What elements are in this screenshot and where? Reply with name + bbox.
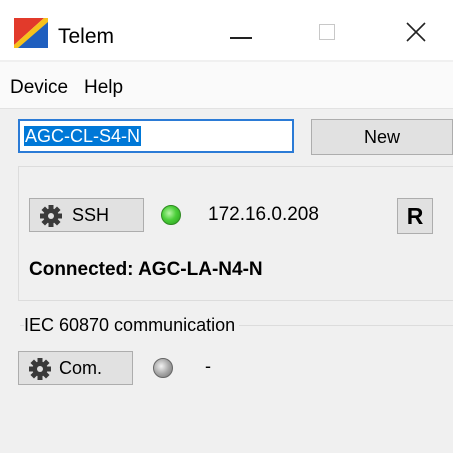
minimize-icon[interactable]	[218, 14, 264, 50]
telem-app-icon	[14, 18, 48, 48]
com-status-text: -	[205, 356, 211, 376]
window-title: Telem	[58, 25, 115, 48]
new-button[interactable]: New	[311, 119, 453, 155]
connection-status-indicator	[161, 205, 181, 225]
maximize-icon[interactable]	[305, 14, 351, 50]
device-name-input[interactable]: AGC-CL-S4-N	[18, 119, 294, 153]
close-icon[interactable]	[392, 14, 438, 50]
ip-address: 172.16.0.208	[208, 204, 319, 225]
iec-section-label: IEC 60870 communication	[24, 314, 240, 336]
device-name-value: AGC-CL-S4-N	[24, 126, 142, 146]
gear-icon	[40, 205, 62, 227]
ssh-button[interactable]: SSH	[29, 198, 144, 232]
com-status-indicator	[153, 358, 173, 378]
menu-bar: Device Help	[0, 62, 453, 109]
title-bar: Telem	[0, 0, 453, 60]
menu-device[interactable]: Device	[10, 77, 68, 99]
connected-status-text: Connected: AGC-LA-N4-N	[29, 259, 263, 280]
com-button-label: Com.	[59, 358, 103, 378]
com-button[interactable]: Com.	[18, 351, 133, 385]
gear-icon	[29, 358, 51, 380]
ssh-button-label: SSH	[72, 205, 110, 225]
menu-help[interactable]: Help	[84, 77, 123, 99]
r-button[interactable]: R	[397, 198, 433, 234]
